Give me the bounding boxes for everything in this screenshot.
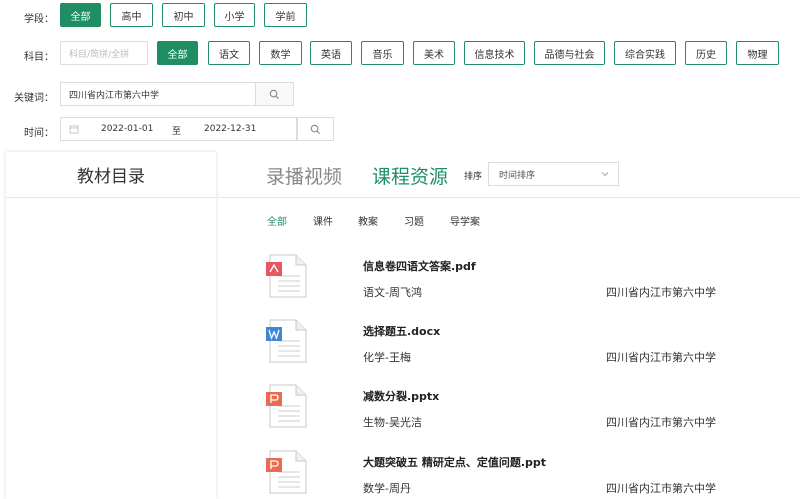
keyword-field: 四川省内江市第六中学 xyxy=(60,82,294,106)
file-name[interactable]: 信息卷四语文答案.pdf xyxy=(363,258,476,274)
sort-select[interactable]: 时间排序 xyxy=(488,162,619,186)
stage-option-primary[interactable]: 小学 xyxy=(214,3,255,27)
subject-option-english[interactable]: 英语 xyxy=(310,41,352,65)
list-item[interactable]: 选择题五.docx 化学-王梅 四川省内江市第六中学 xyxy=(266,319,786,384)
stage-option-middle[interactable]: 初中 xyxy=(162,3,205,27)
subject-option-morality[interactable]: 品德与社会 xyxy=(534,41,605,65)
file-school: 四川省内江市第六中学 xyxy=(606,351,716,364)
sidebar-title: 教材目录 xyxy=(6,152,216,198)
date-start[interactable]: 2022-01-01 xyxy=(101,124,153,134)
file-name[interactable]: 选择题五.docx xyxy=(363,323,440,339)
sort-value: 时间排序 xyxy=(499,170,536,181)
subtab-study-guide[interactable]: 导学案 xyxy=(450,213,480,228)
stage-label: 学段： xyxy=(24,14,54,25)
search-icon xyxy=(310,124,321,134)
subject-option-all[interactable]: 全部 xyxy=(157,41,198,65)
pdf-file-icon xyxy=(266,254,307,298)
subject-option-it[interactable]: 信息技术 xyxy=(464,41,525,65)
time-label: 时间： xyxy=(24,128,54,139)
stage-option-preschool[interactable]: 学前 xyxy=(264,3,307,27)
tab-recorded-video[interactable]: 录播视频 xyxy=(266,162,342,189)
subject-label: 科目： xyxy=(24,52,54,63)
list-item[interactable]: 减数分裂.pptx 生物-吴光洁 四川省内江市第六中学 xyxy=(266,384,786,449)
chevron-down-icon xyxy=(601,172,609,177)
textbook-catalog-panel: 教材目录 xyxy=(6,152,216,499)
tab-course-resources[interactable]: 课程资源 xyxy=(372,162,448,189)
date-search-button[interactable] xyxy=(297,117,334,141)
subtab-all[interactable]: 全部 xyxy=(267,213,287,228)
main-header: 录播视频 课程资源 排序 时间排序 xyxy=(218,152,800,198)
file-author: 数学-周丹 xyxy=(363,482,411,495)
subject-option-art[interactable]: 美术 xyxy=(413,41,455,65)
file-author: 化学-王梅 xyxy=(363,351,411,364)
file-school: 四川省内江市第六中学 xyxy=(606,416,716,429)
sort-label: 排序 xyxy=(464,172,483,182)
file-name[interactable]: 大题突破五 精研定点、定值问题.ppt xyxy=(363,454,546,470)
list-item[interactable]: 信息卷四语文答案.pdf 语文-周飞鸿 四川省内江市第六中学 xyxy=(266,254,786,319)
keyword-label: 关键词： xyxy=(14,93,54,104)
ppt-file-icon xyxy=(266,384,307,428)
date-range-picker[interactable]: 2022-01-01 至 2022-12-31 xyxy=(60,117,297,141)
list-item[interactable]: 大题突破五 精研定点、定值问题.ppt 数学-周丹 四川省内江市第六中学 xyxy=(266,450,786,499)
ppt-file-icon xyxy=(266,450,307,494)
date-separator: 至 xyxy=(172,127,182,137)
calendar-icon xyxy=(69,125,79,134)
file-author: 语文-周飞鸿 xyxy=(363,286,422,299)
search-icon xyxy=(269,89,280,99)
subtab-courseware[interactable]: 课件 xyxy=(313,213,333,228)
subject-option-physics[interactable]: 物理 xyxy=(736,41,779,65)
subject-option-chinese[interactable]: 语文 xyxy=(208,41,250,65)
file-school: 四川省内江市第六中学 xyxy=(606,482,716,495)
file-name[interactable]: 减数分裂.pptx xyxy=(363,388,439,404)
stage-option-high[interactable]: 高中 xyxy=(110,3,153,27)
file-school: 四川省内江市第六中学 xyxy=(606,286,716,299)
subtab-lesson-plan[interactable]: 教案 xyxy=(358,213,378,228)
stage-option-all[interactable]: 全部 xyxy=(60,3,101,27)
subject-option-math[interactable]: 数学 xyxy=(259,41,302,65)
subtab-exercises[interactable]: 习题 xyxy=(404,213,424,228)
subject-option-music[interactable]: 音乐 xyxy=(361,41,404,65)
subject-option-practice[interactable]: 综合实践 xyxy=(614,41,676,65)
subject-option-history[interactable]: 历史 xyxy=(685,41,727,65)
word-file-icon xyxy=(266,319,307,363)
date-end[interactable]: 2022-12-31 xyxy=(204,124,256,134)
file-author: 生物-吴光洁 xyxy=(363,416,422,429)
keyword-input[interactable]: 四川省内江市第六中学 xyxy=(61,83,255,105)
keyword-search-button[interactable] xyxy=(255,83,293,105)
subject-search-input[interactable]: 科目/简拼/全拼 xyxy=(60,41,148,65)
